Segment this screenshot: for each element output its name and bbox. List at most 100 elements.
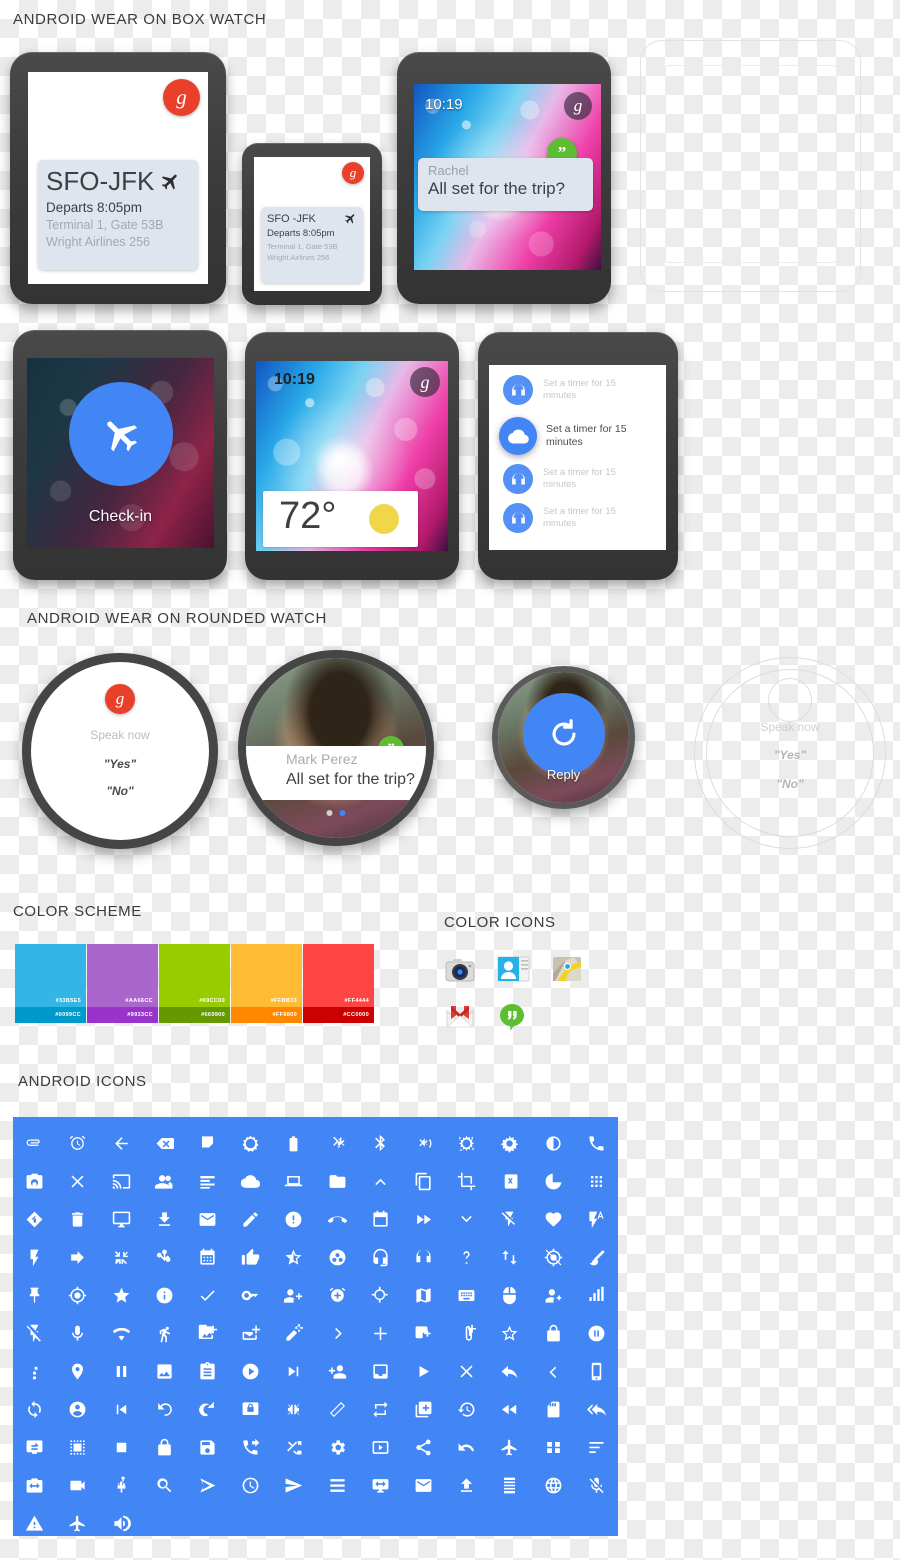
voice-option-yes[interactable]: "Yes" (31, 757, 209, 771)
clock-icon[interactable] (229, 1466, 272, 1504)
forward-icon[interactable] (56, 1238, 99, 1276)
flag-icon[interactable] (186, 1124, 229, 1162)
skip-previous-icon[interactable] (99, 1390, 142, 1428)
account-circle-icon[interactable] (56, 1390, 99, 1428)
edit-icon[interactable] (229, 1200, 272, 1238)
thumb-up-icon[interactable] (229, 1238, 272, 1276)
expand-more-icon[interactable] (445, 1200, 488, 1238)
pause-icon[interactable] (99, 1352, 142, 1390)
fast-forward-icon[interactable] (402, 1200, 445, 1238)
mic-icon[interactable] (56, 1314, 99, 1352)
upload-icon[interactable] (445, 1466, 488, 1504)
chevron-right-icon[interactable] (316, 1314, 359, 1352)
check-in-action-button[interactable] (68, 382, 173, 486)
rotate-right-icon[interactable] (186, 1390, 229, 1428)
play-circle-icon[interactable] (229, 1352, 272, 1390)
mail-add-icon[interactable] (229, 1314, 272, 1352)
box-watch-flight-large[interactable]: g SFO-JFK Departs 8:05pm Terminal 1, Gat… (10, 52, 226, 304)
gps-off-icon[interactable] (532, 1238, 575, 1276)
send-icon[interactable] (272, 1466, 315, 1504)
group-icon[interactable] (143, 1162, 186, 1200)
attachment-icon[interactable] (13, 1124, 56, 1162)
favorite-icon[interactable] (532, 1200, 575, 1238)
battery-icon[interactable] (272, 1124, 315, 1162)
screen-lock-icon[interactable] (229, 1390, 272, 1428)
search-icon[interactable] (143, 1466, 186, 1504)
list-item[interactable]: Set a timer for 15 minutes (503, 503, 648, 533)
slideshow-icon[interactable] (359, 1428, 402, 1466)
phone-android-icon[interactable] (575, 1352, 618, 1390)
pause-circle-icon[interactable] (575, 1314, 618, 1352)
swatch-green[interactable]: #99CC00 #669900 (159, 944, 230, 1023)
sync-icon[interactable] (13, 1390, 56, 1428)
person-key-icon[interactable] (532, 1276, 575, 1314)
help-icon[interactable] (445, 1238, 488, 1276)
play-arrow-icon[interactable] (402, 1352, 445, 1390)
maps-icon[interactable] (552, 954, 582, 984)
clear-icon[interactable] (445, 1352, 488, 1390)
screen-share-icon[interactable] (13, 1428, 56, 1466)
message-card[interactable]: Mark Perez All set for the trip? (246, 746, 426, 800)
check-icon[interactable] (186, 1276, 229, 1314)
contacts-icon[interactable] (497, 954, 530, 984)
gps-fixed-icon[interactable] (56, 1276, 99, 1314)
swatch-red[interactable]: #FF4444 #CC0000 (303, 944, 374, 1023)
save-icon[interactable] (186, 1428, 229, 1466)
inbox-icon[interactable] (359, 1352, 402, 1390)
usb-icon[interactable] (99, 1466, 142, 1504)
add-box-icon[interactable] (402, 1314, 445, 1352)
folder-icon[interactable] (316, 1162, 359, 1200)
language-icon[interactable] (532, 1466, 575, 1504)
alarm-icon[interactable] (56, 1124, 99, 1162)
swatch-blue[interactable]: #33B5E5 #0099CC (15, 944, 86, 1023)
skip-next-icon[interactable] (272, 1352, 315, 1390)
switch-camera-icon[interactable] (13, 1466, 56, 1504)
brightness-high-icon[interactable] (488, 1124, 531, 1162)
subject-icon[interactable] (186, 1162, 229, 1200)
crop-icon[interactable] (445, 1162, 488, 1200)
navigation-icon[interactable] (13, 1200, 56, 1238)
cut-icon[interactable] (488, 1162, 531, 1200)
wifi-icon[interactable] (99, 1314, 142, 1352)
add-photo-icon[interactable] (186, 1314, 229, 1352)
mic-off-icon[interactable] (575, 1466, 618, 1504)
group-add-icon[interactable] (272, 1276, 315, 1314)
voice-option-no[interactable]: "No" (31, 784, 209, 798)
apps-icon[interactable] (532, 1428, 575, 1466)
list-item[interactable]: Set a timer for 15 minutes (499, 417, 654, 455)
headset-icon[interactable] (402, 1238, 445, 1276)
person-add-icon[interactable] (316, 1352, 359, 1390)
edit-add-icon[interactable] (272, 1314, 315, 1352)
close-icon[interactable] (56, 1162, 99, 1200)
pin-icon[interactable] (13, 1276, 56, 1314)
walk-icon[interactable] (143, 1314, 186, 1352)
round-watch-hangouts[interactable]: ” Mark Perez All set for the trip? (238, 650, 434, 846)
list-item[interactable]: Set a timer for 15 minutes (503, 375, 648, 405)
fullscreen-compress-icon[interactable] (272, 1390, 315, 1428)
flash-on-icon[interactable] (13, 1238, 56, 1276)
swatch-orange[interactable]: #FFBB33 #FF8800 (231, 944, 302, 1023)
hangouts-icon[interactable] (497, 1002, 527, 1032)
reply-all-icon[interactable] (575, 1390, 618, 1428)
box-watch-check-in[interactable]: Check-in (13, 330, 227, 580)
sd-card-icon[interactable] (532, 1390, 575, 1428)
gmail-icon[interactable] (445, 1002, 475, 1032)
keyboard-icon[interactable] (445, 1276, 488, 1314)
flash-auto-icon[interactable] (575, 1200, 618, 1238)
attach-add-icon[interactable] (445, 1314, 488, 1352)
pie-chart-icon[interactable] (532, 1162, 575, 1200)
sort-icon[interactable] (575, 1428, 618, 1466)
error-icon[interactable] (272, 1200, 315, 1238)
rotate-left-icon[interactable] (143, 1390, 186, 1428)
shuffle-icon[interactable] (272, 1428, 315, 1466)
rewind-icon[interactable] (488, 1390, 531, 1428)
box-watch-weather[interactable]: 10:19 g 72° (245, 332, 459, 580)
flight-card[interactable]: SFO -JFK Departs 8:05pm Terminal 1, Gate… (261, 207, 363, 283)
group-work-icon[interactable] (316, 1238, 359, 1276)
bluetooth-audio-icon[interactable] (402, 1124, 445, 1162)
reply-action-button[interactable] (522, 692, 605, 775)
more-vert-icon[interactable] (13, 1352, 56, 1390)
repeat-icon[interactable] (359, 1390, 402, 1428)
brightness-auto-icon[interactable] (229, 1124, 272, 1162)
lock-icon[interactable] (532, 1314, 575, 1352)
